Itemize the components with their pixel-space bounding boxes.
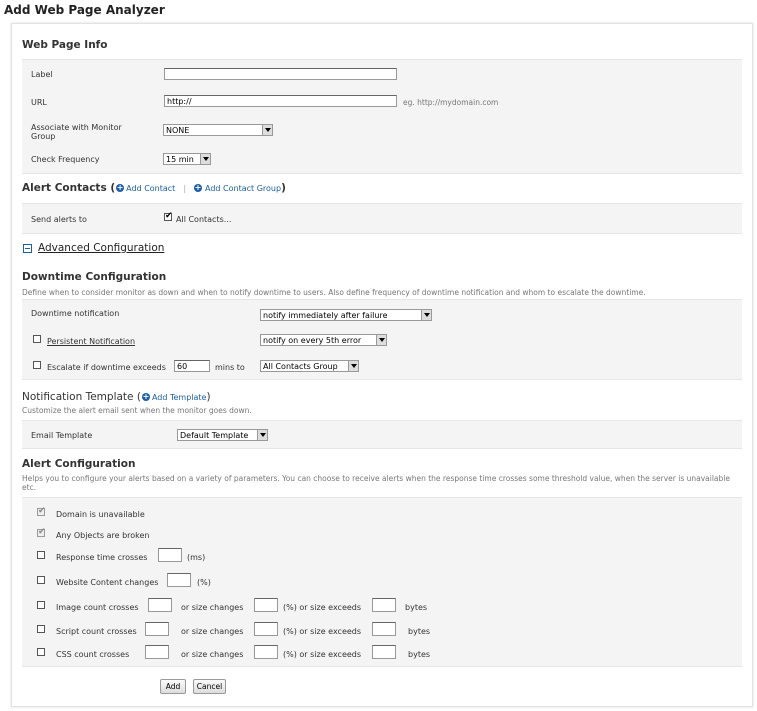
alert-contacts-box bbox=[22, 203, 742, 234]
css-count-checkbox[interactable] bbox=[37, 648, 45, 656]
script-size-changes-input[interactable] bbox=[254, 622, 278, 636]
notification-template-title-close: ) bbox=[206, 391, 211, 403]
css-count-label: CSS count crosses bbox=[56, 650, 130, 659]
downtime-notification-value: notify immediately after failure bbox=[263, 311, 388, 320]
content-changes-unit: (%) bbox=[197, 578, 211, 587]
image-count-label: Image count crosses bbox=[56, 603, 139, 612]
url-input[interactable]: http:// bbox=[164, 95, 397, 107]
image-size-changes-input[interactable] bbox=[254, 598, 278, 612]
notification-template-desc: Customize the alert email sent when the … bbox=[22, 406, 252, 415]
monitor-group-value: NONE bbox=[166, 126, 190, 135]
alert-config-title: Alert Configuration bbox=[22, 458, 136, 470]
image-bytes-label: bytes bbox=[405, 603, 428, 612]
domain-unavailable-checkbox[interactable] bbox=[37, 506, 46, 516]
css-size-exceeds-label: (%) or size exceeds bbox=[283, 650, 362, 659]
escalate-group-value: All Contacts Group bbox=[263, 362, 338, 371]
monitor-group-label: Associate with Monitor Group bbox=[31, 123, 122, 141]
add-contact-group-icon[interactable]: + bbox=[194, 184, 203, 192]
email-template-select[interactable]: Default Template bbox=[177, 429, 268, 441]
all-contacts-checkbox[interactable] bbox=[164, 211, 173, 221]
chevron-down-icon bbox=[421, 310, 431, 320]
response-time-input[interactable] bbox=[158, 548, 182, 562]
add-contact-link[interactable]: Add Contact bbox=[126, 184, 175, 193]
escalate-unit: mins to bbox=[215, 363, 245, 372]
email-template-label: Email Template bbox=[31, 431, 93, 440]
email-template-value: Default Template bbox=[180, 431, 249, 440]
css-size-changes-label: or size changes bbox=[181, 650, 244, 659]
escalate-group-select[interactable]: All Contacts Group bbox=[260, 360, 359, 372]
chevron-down-icon bbox=[348, 361, 358, 371]
downtime-notification-label: Downtime notification bbox=[31, 309, 120, 318]
objects-broken-label: Any Objects are broken bbox=[56, 531, 150, 540]
check-frequency-value: 15 min bbox=[166, 155, 194, 164]
alert-config-desc: Helps you to configure your alerts based… bbox=[22, 474, 730, 492]
label-input[interactable] bbox=[164, 68, 397, 80]
script-count-checkbox[interactable] bbox=[37, 625, 45, 633]
add-contact-icon[interactable]: + bbox=[116, 184, 125, 192]
persistent-notification-select[interactable]: notify on every 5th error bbox=[260, 334, 387, 346]
all-contacts-label: All Contacts... bbox=[176, 215, 232, 224]
persistent-notification-label: Persistent Notification bbox=[47, 337, 136, 346]
downtime-title: Downtime Configuration bbox=[22, 271, 167, 283]
add-template-link[interactable]: Add Template bbox=[152, 393, 207, 402]
persistent-notification-value: notify on every 5th error bbox=[263, 336, 362, 345]
chevron-down-icon bbox=[257, 430, 267, 440]
script-count-label: Script count crosses bbox=[56, 627, 137, 636]
monitor-group-select[interactable]: NONE bbox=[163, 124, 273, 136]
chevron-down-icon bbox=[262, 125, 272, 135]
downtime-desc: Define when to consider monitor as down … bbox=[22, 288, 646, 297]
image-count-checkbox[interactable] bbox=[37, 601, 45, 609]
script-size-exceeds-input[interactable] bbox=[372, 622, 396, 636]
image-size-changes-label: or size changes bbox=[181, 603, 244, 612]
content-changes-input[interactable] bbox=[167, 573, 191, 587]
chevron-down-icon bbox=[376, 335, 386, 345]
add-contact-group-link[interactable]: Add Contact Group bbox=[205, 184, 281, 193]
image-size-exceeds-label: (%) or size exceeds bbox=[283, 603, 362, 612]
css-bytes-label: bytes bbox=[408, 650, 431, 659]
check-frequency-select[interactable]: 15 min bbox=[163, 153, 211, 165]
notification-template-box bbox=[22, 420, 742, 449]
downtime-notification-select[interactable]: notify immediately after failure bbox=[260, 309, 432, 321]
check-frequency-label: Check Frequency bbox=[31, 155, 100, 164]
add-template-icon[interactable]: + bbox=[141, 393, 150, 401]
cancel-button[interactable]: Cancel bbox=[193, 679, 226, 694]
escalate-label: Escalate if downtime exceeds bbox=[47, 363, 166, 372]
alert-contacts-header: Alert Contacts ( + Add Contact | + Add C… bbox=[22, 181, 286, 195]
notification-template-title: Notification Template ( bbox=[22, 391, 141, 403]
content-changes-label: Website Content changes bbox=[56, 578, 159, 587]
css-count-input[interactable] bbox=[145, 645, 169, 659]
url-hint: eg. http://mydomain.com bbox=[403, 98, 499, 107]
notification-template-header: Notification Template ( + Add Template ) bbox=[22, 390, 211, 404]
advanced-configuration-link[interactable]: Advanced Configuration bbox=[38, 242, 164, 254]
url-field-label: URL bbox=[31, 98, 47, 107]
add-button[interactable]: Add bbox=[160, 679, 186, 694]
image-size-exceeds-input[interactable] bbox=[372, 598, 396, 612]
alert-contacts-title-close: ) bbox=[281, 182, 286, 194]
label-field-label: Label bbox=[31, 70, 53, 79]
alert-contacts-title: Alert Contacts ( bbox=[22, 182, 116, 194]
image-count-input[interactable] bbox=[148, 598, 172, 612]
response-time-unit: (ms) bbox=[187, 553, 206, 562]
response-time-checkbox[interactable] bbox=[37, 551, 45, 559]
response-time-label: Response time crosses bbox=[56, 553, 148, 562]
css-size-exceeds-input[interactable] bbox=[372, 645, 396, 659]
script-bytes-label: bytes bbox=[408, 627, 431, 636]
script-size-exceeds-label: (%) or size exceeds bbox=[283, 627, 362, 636]
escalate-checkbox[interactable] bbox=[33, 361, 41, 369]
page-title: Add Web Page Analyzer bbox=[4, 3, 165, 17]
domain-unavailable-label: Domain is unavailable bbox=[56, 510, 145, 519]
css-size-changes-input[interactable] bbox=[254, 645, 278, 659]
script-count-input[interactable] bbox=[145, 622, 169, 636]
web-page-info-title: Web Page Info bbox=[22, 39, 108, 51]
collapse-icon[interactable] bbox=[23, 244, 32, 253]
persistent-notification-checkbox[interactable] bbox=[33, 335, 41, 343]
objects-broken-checkbox[interactable] bbox=[37, 527, 46, 537]
script-size-changes-label: or size changes bbox=[181, 627, 244, 636]
send-alerts-label: Send alerts to bbox=[31, 215, 87, 224]
separator: | bbox=[183, 183, 187, 193]
content-changes-checkbox[interactable] bbox=[37, 576, 45, 584]
escalate-minutes-input[interactable]: 60 bbox=[174, 360, 210, 372]
chevron-down-icon bbox=[200, 154, 210, 164]
